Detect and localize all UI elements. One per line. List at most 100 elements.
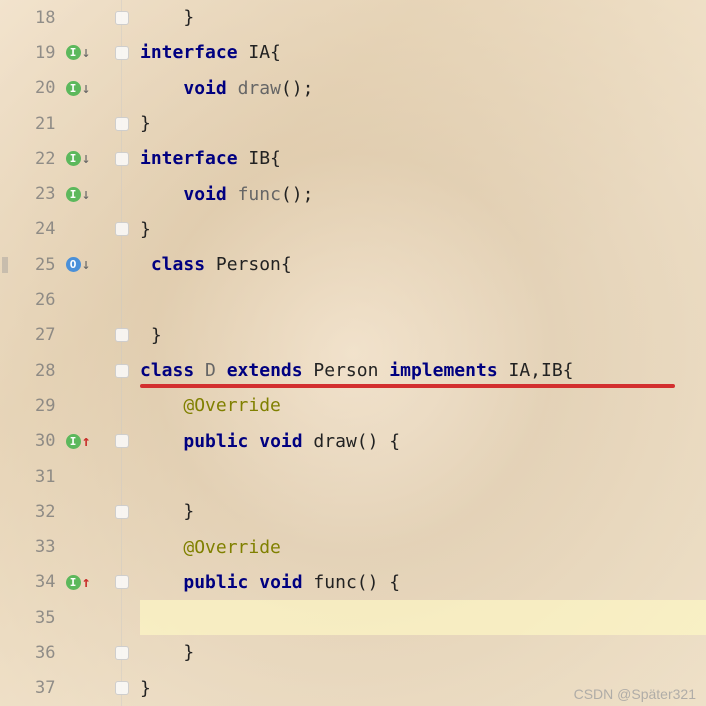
fold-marker-icon[interactable] [115,117,129,131]
line-number[interactable]: 21 [0,114,62,134]
code-line[interactable] [140,459,706,494]
line-number[interactable]: 32 [0,502,62,522]
code-line[interactable] [140,600,706,635]
gutter-icons: I↑ [62,434,122,449]
code-token: void [183,184,226,205]
line-number[interactable]: 34 [0,572,62,592]
code-token: class [151,254,205,275]
code-line[interactable]: } [140,494,706,529]
override-down-icon[interactable]: O↓ [66,257,91,272]
code-line[interactable]: void draw(); [140,71,706,106]
line-number[interactable]: 33 [0,537,62,557]
interface-badge-icon: I [66,81,81,96]
code-line[interactable]: class Person{ [140,247,706,282]
arrow-down-icon: ↓ [82,257,91,272]
gutter-icons: I↓ [62,151,122,166]
code-token: interface [140,42,238,63]
gutter-icons: I↑ [62,575,122,590]
line-number[interactable]: 26 [0,290,62,310]
code-line[interactable] [140,282,706,317]
caret-marker [2,257,8,273]
code-line[interactable]: interface IB{ [140,141,706,176]
code-line[interactable]: public void func() { [140,565,706,600]
gutter-line: 19 I↓ [0,35,121,70]
code-line[interactable]: } [140,635,706,670]
line-number[interactable]: 29 [0,396,62,416]
fold-marker-icon[interactable] [115,222,129,236]
code-line[interactable]: } [140,106,706,141]
code-line[interactable]: public void draw() { [140,424,706,459]
code-token: } [140,642,194,663]
code-token: } [140,219,151,240]
line-number[interactable]: 20 [0,78,62,98]
fold-marker-icon[interactable] [115,364,129,378]
line-number[interactable]: 25 [0,255,62,275]
code-token: (); [281,184,314,205]
line-number[interactable]: 35 [0,608,62,628]
arrow-up-icon: ↑ [82,575,91,590]
code-token [227,78,238,99]
arrow-down-icon: ↓ [82,81,91,96]
line-number[interactable]: 27 [0,325,62,345]
code-token [248,431,259,452]
implements-down-icon[interactable]: I↓ [66,151,91,166]
line-number[interactable]: 36 [0,643,62,663]
code-line[interactable]: } [140,212,706,247]
code-token: } [140,325,162,346]
code-line[interactable]: } [140,318,706,353]
code-line[interactable]: @Override [140,529,706,564]
arrow-up-icon: ↑ [82,434,91,449]
code-token: class [140,360,194,381]
code-line[interactable]: void func(); [140,176,706,211]
fold-marker-icon[interactable] [115,11,129,25]
code-token [140,395,183,416]
code-area[interactable]: }interface IA{ void draw();}interface IB… [122,0,706,706]
code-token: IB{ [238,148,281,169]
interface-badge-icon: I [66,575,81,590]
fold-marker-icon[interactable] [115,681,129,695]
line-number[interactable]: 31 [0,467,62,487]
line-number[interactable]: 22 [0,149,62,169]
fold-marker-icon[interactable] [115,575,129,589]
code-line[interactable]: interface IA{ [140,35,706,70]
code-line[interactable]: } [140,0,706,35]
code-line[interactable]: class D extends Person implements IA,IB{ [140,353,706,388]
code-token: interface [140,148,238,169]
code-token [140,537,183,558]
line-number[interactable]: 30 [0,431,62,451]
code-token: IA,IB{ [498,360,574,381]
implements-down-icon[interactable]: I↓ [66,45,91,60]
code-token: Person [303,360,390,381]
code-token: (); [281,78,314,99]
implements-down-icon[interactable]: I↓ [66,187,91,202]
line-number[interactable]: 28 [0,361,62,381]
gutter-line: 26 [0,282,121,317]
line-number[interactable]: 23 [0,184,62,204]
code-token: IA{ [238,42,281,63]
line-number[interactable]: 24 [0,219,62,239]
fold-marker-icon[interactable] [115,152,129,166]
fold-marker-icon[interactable] [115,646,129,660]
override-badge-icon: O [66,257,81,272]
gutter-line: 33 [0,529,121,564]
arrow-down-icon: ↓ [82,45,91,60]
gutter-line: 23 I↓ [0,176,121,211]
fold-marker-icon[interactable] [115,46,129,60]
code-token: draw() { [303,431,401,452]
code-token: public [183,572,248,593]
code-token [194,360,205,381]
line-number[interactable]: 18 [0,8,62,28]
fold-marker-icon[interactable] [115,328,129,342]
implements-down-icon[interactable]: I↓ [66,81,91,96]
fold-marker-icon[interactable] [115,434,129,448]
gutter-line: 29 [0,388,121,423]
fold-marker-icon[interactable] [115,505,129,519]
gutter-line: 34 I↑ [0,565,121,600]
code-line[interactable]: @Override [140,388,706,423]
implements-up-icon[interactable]: I↑ [66,434,91,449]
line-number[interactable]: 37 [0,678,62,698]
line-number[interactable]: 19 [0,43,62,63]
implements-up-icon[interactable]: I↑ [66,575,91,590]
code-token [140,78,183,99]
code-token [140,254,151,275]
